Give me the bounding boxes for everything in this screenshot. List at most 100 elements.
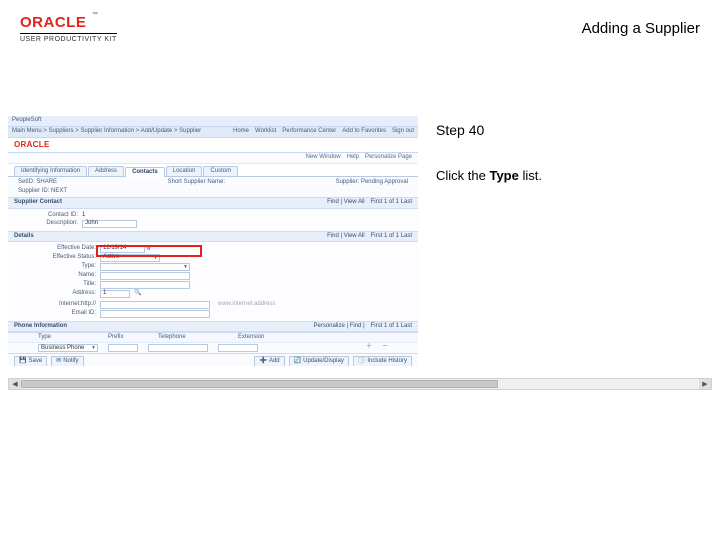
details-bar: Details Find | View All First 1 of 1 Las… <box>8 231 418 242</box>
supplier-summary: SetID: SHARE Short Supplier Name: Suppli… <box>8 177 418 188</box>
details-pager: Find | View All First 1 of 1 Last <box>327 233 412 240</box>
phone-telephone-input[interactable] <box>148 344 208 352</box>
phone-prefix-input[interactable] <box>108 344 138 352</box>
details-form: Effective Date: 12/19/14 Effective Statu… <box>8 242 418 321</box>
screenshot-column: PeopleSoft Main Menu > Suppliers > Suppl… <box>8 116 418 380</box>
description-label: Description: <box>28 220 78 227</box>
phone-info-pager: First 1 of 1 Last <box>371 323 412 330</box>
phone-type-select[interactable]: Business Phone <box>38 344 98 352</box>
supplier-contact-pager-text: First 1 of 1 Last <box>371 199 412 206</box>
step-text-pre: Click the <box>436 168 489 183</box>
contact-id-block: Contact ID: 1 Description: John <box>8 209 418 231</box>
name-label: Name: <box>38 272 96 279</box>
supplier-contact-find[interactable]: Find | View All <box>327 199 364 206</box>
save-icon: 💾 <box>19 358 26 365</box>
new-window-link[interactable]: New Window <box>306 154 341 161</box>
scroll-track[interactable] <box>21 379 699 389</box>
phone-table-header: Type Prefix Telephone Extension <box>8 332 418 343</box>
phone-info-personalize[interactable]: Personalize | Find | <box>314 323 365 330</box>
row-remove-icon[interactable]: － <box>382 344 388 352</box>
footer-left: 💾Save ✉Notify <box>14 356 84 366</box>
breadcrumb-bar: Main Menu > Suppliers > Supplier Informa… <box>8 127 418 138</box>
toolbar-fav[interactable]: Add to Favorites <box>342 128 386 135</box>
scroll-left-arrow[interactable]: ◀ <box>9 379 21 389</box>
phone-col-extension: Extension <box>238 334 288 341</box>
address-input[interactable]: 1 <box>100 290 130 298</box>
instruction-column: Step 40 Click the Type list. <box>436 116 712 380</box>
supplier-setid-group: SetID: SHARE <box>18 179 57 186</box>
supplier-contact-bar: Supplier Contact Find | View All First 1… <box>8 197 418 208</box>
toolbar-worklist[interactable]: Worklist <box>255 128 276 135</box>
brand-block: ORACLE ™ USER PRODUCTIVITY KIT <box>20 14 117 43</box>
toolbar-perf[interactable]: Performance Center <box>282 128 336 135</box>
eff-date-value: 12/19/14 <box>103 245 126 252</box>
notify-label: Notify <box>63 358 78 365</box>
window-title-text: PeopleSoft <box>12 117 41 124</box>
supplier-id-label: Supplier ID: NEXT <box>18 188 67 195</box>
tab-identifying[interactable]: Identifying Information <box>14 166 87 176</box>
tab-custom[interactable]: Custom <box>203 166 238 176</box>
include-button[interactable]: 🕓Include History <box>353 356 412 366</box>
brand-subline: USER PRODUCTIVITY KIT <box>20 33 117 43</box>
horizontal-scrollbar[interactable]: ◀ ▶ <box>8 378 712 390</box>
add-button[interactable]: ➕Add <box>254 356 284 366</box>
footer-actions: 💾Save ✉Notify ➕Add 🔄Update/Display 🕓Incl… <box>8 353 418 366</box>
notify-icon: ✉ <box>56 358 61 365</box>
scroll-thumb[interactable] <box>21 380 498 388</box>
title-input[interactable] <box>100 281 190 289</box>
title-label: Title: <box>38 281 96 288</box>
oracle-logo: ORACLE ™ <box>20 14 96 31</box>
include-label: Include History <box>367 358 407 365</box>
toolbar-home[interactable]: Home <box>233 128 249 135</box>
window-chrome: PeopleSoft <box>8 116 418 127</box>
top-toolbar-tabs: Home Worklist Performance Center Add to … <box>233 128 414 135</box>
tab-contacts[interactable]: Contacts <box>125 167 165 177</box>
phone-info-tools: Personalize | Find | First 1 of 1 Last <box>314 323 413 330</box>
step-text-bold: Type <box>489 168 518 183</box>
supplier-contact-title: Supplier Contact <box>14 199 62 206</box>
include-icon: 🕓 <box>358 358 365 365</box>
document-title: Adding a Supplier <box>582 20 700 37</box>
save-button[interactable]: 💾Save <box>14 356 47 366</box>
update-label: Update/Display <box>303 358 344 365</box>
tab-address[interactable]: Address <box>88 166 124 176</box>
eff-date-label: Effective Date: <box>38 245 96 252</box>
eff-status-select[interactable]: Active <box>100 254 160 262</box>
supplier-id-row: Supplier ID: NEXT <box>8 188 418 197</box>
eff-date-input[interactable]: 12/19/14 <box>100 245 145 253</box>
email-input[interactable] <box>100 310 210 318</box>
phone-extension-input[interactable] <box>218 344 258 352</box>
footer-right: ➕Add 🔄Update/Display 🕓Include History <box>254 356 412 366</box>
url-input[interactable] <box>100 301 210 309</box>
url-placeholder: www.internet.address <box>218 301 275 308</box>
update-button[interactable]: 🔄Update/Display <box>289 356 349 366</box>
details-find[interactable]: Find | View All <box>327 233 364 240</box>
phone-info-title: Phone Information <box>14 323 67 330</box>
add-icon: ➕ <box>259 358 266 365</box>
content-row: PeopleSoft Main Menu > Suppliers > Suppl… <box>8 116 712 380</box>
address-label: Address: <box>38 290 96 297</box>
short-name-label: Short Supplier Name: <box>168 179 225 185</box>
step-instruction: Click the Type list. <box>436 168 712 183</box>
url-label: Internet:http:// <box>38 301 96 308</box>
type-select[interactable] <box>100 263 190 271</box>
description-input[interactable]: John <box>82 220 137 228</box>
name-input[interactable] <box>100 272 190 280</box>
personalize-link[interactable]: Personalize Page <box>365 154 412 161</box>
update-icon: 🔄 <box>294 358 301 365</box>
email-label: Email ID: <box>38 310 96 317</box>
row-add-icon[interactable]: ＋ <box>366 344 372 352</box>
app-header: ORACLE <box>8 138 418 153</box>
app-screenshot: PeopleSoft Main Menu > Suppliers > Suppl… <box>8 116 418 366</box>
toolbar-signout[interactable]: Sign out <box>392 128 414 135</box>
contact-id-label: Contact ID: <box>28 212 78 219</box>
address-lookup-icon[interactable]: 🔍 <box>134 290 141 297</box>
help-link[interactable]: Help <box>347 154 359 161</box>
step-number: Step 40 <box>436 122 712 138</box>
notify-button[interactable]: ✉Notify <box>51 356 83 366</box>
tab-location[interactable]: Location <box>166 166 203 176</box>
page-root: ORACLE ™ USER PRODUCTIVITY KIT Adding a … <box>0 0 720 540</box>
phone-type-value: Business Phone <box>41 345 84 352</box>
scroll-right-arrow[interactable]: ▶ <box>699 379 711 389</box>
oracle-logo-text: ORACLE <box>20 14 86 31</box>
